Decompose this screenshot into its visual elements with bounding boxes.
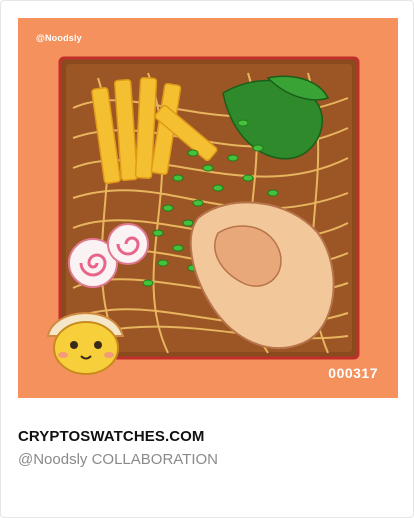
token-number: 000317 xyxy=(328,365,378,381)
collection-title[interactable]: CRYPTOSWATCHES.COM xyxy=(18,428,205,445)
nft-card[interactable]: @Noodsly 000317 CRYPTOSWATCHES.COM @Nood… xyxy=(0,0,414,518)
ramen-illustration xyxy=(46,56,360,375)
collection-subtitle: @Noodsly COLLABORATION xyxy=(18,451,219,468)
artwork-image[interactable]: @Noodsly 000317 xyxy=(18,18,398,398)
artwork-watermark-handle: @Noodsly xyxy=(36,33,82,43)
